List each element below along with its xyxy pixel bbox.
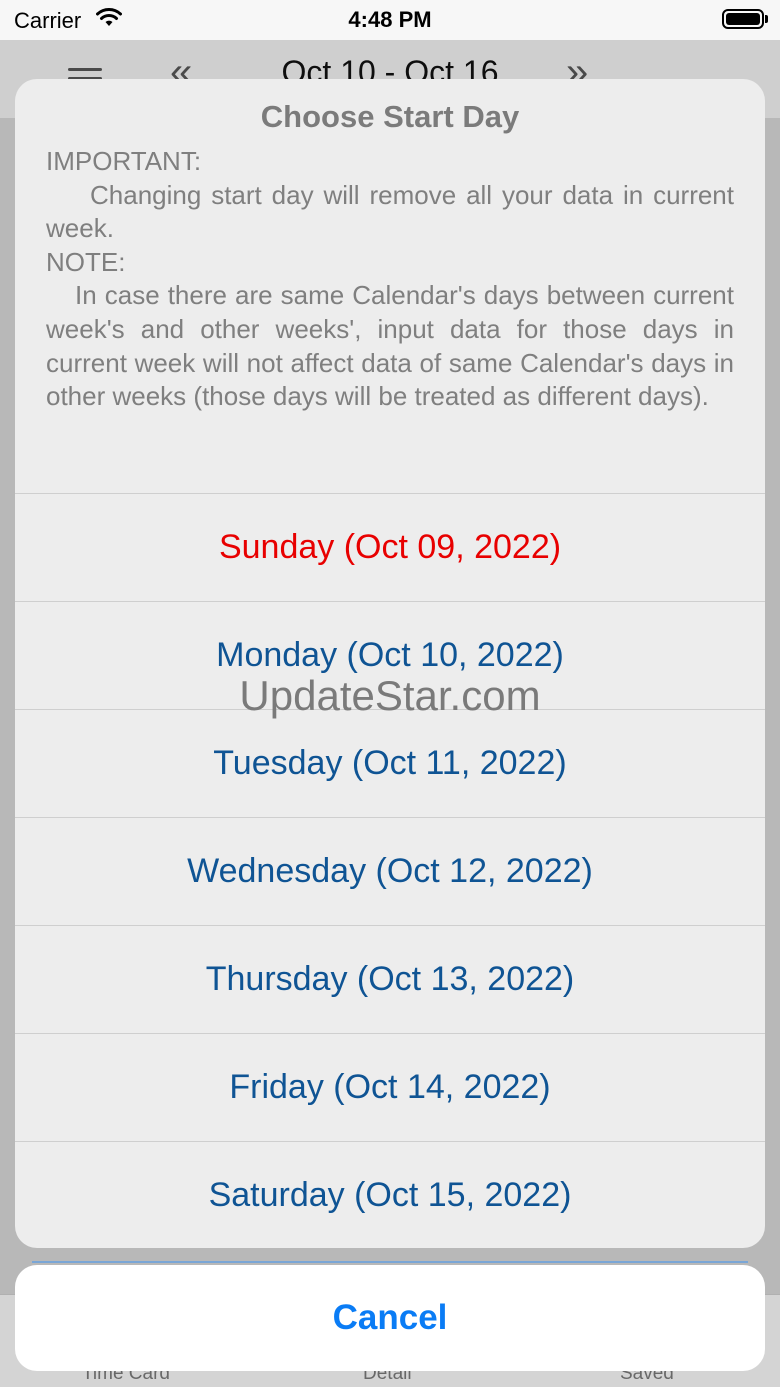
status-bar: Carrier 4:48 PM (0, 0, 780, 40)
status-time: 4:48 PM (348, 7, 432, 32)
option-wednesday[interactable]: Wednesday (Oct 12, 2022) (15, 817, 765, 925)
important-text: Changing start day will remove all your … (46, 179, 734, 244)
option-friday[interactable]: Friday (Oct 14, 2022) (15, 1033, 765, 1141)
option-tuesday[interactable]: Tuesday (Oct 11, 2022) (15, 709, 765, 817)
note-label: NOTE: (46, 246, 126, 277)
cancel-button[interactable]: Cancel (15, 1265, 765, 1371)
important-label: IMPORTANT: (46, 146, 202, 176)
cancel-divider (32, 1261, 748, 1263)
start-day-action-sheet: Choose Start Day IMPORTANT: Changing sta… (15, 79, 765, 1248)
sheet-title: Choose Start Day (260, 99, 520, 134)
sheet-message: IMPORTANT: Changing start day will remov… (46, 145, 734, 414)
option-thursday[interactable]: Thursday (Oct 13, 2022) (15, 925, 765, 1033)
day-options-list: Sunday (Oct 09, 2022) Monday (Oct 10, 20… (15, 493, 765, 1248)
note-text: In case there are same Calendar's days b… (46, 280, 734, 412)
battery-icon (722, 9, 768, 29)
option-monday[interactable]: Monday (Oct 10, 2022) (15, 601, 765, 709)
option-saturday[interactable]: Saturday (Oct 15, 2022) (15, 1141, 765, 1248)
option-sunday[interactable]: Sunday (Oct 09, 2022) (15, 493, 765, 601)
